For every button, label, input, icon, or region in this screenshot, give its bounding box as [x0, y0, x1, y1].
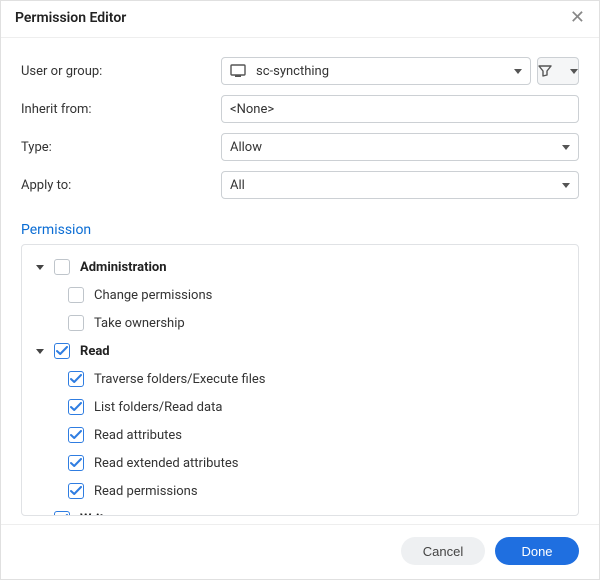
- cancel-button[interactable]: Cancel: [401, 537, 485, 565]
- perm-label: Read attributes: [94, 428, 182, 443]
- checkbox-read-extended-attributes[interactable]: [68, 455, 84, 471]
- filter-icon: [538, 65, 552, 77]
- user-or-group-value: sc-syncthing: [256, 64, 329, 79]
- filter-button[interactable]: [537, 57, 579, 85]
- perm-group-write: Write: [32, 505, 568, 515]
- chevron-down-icon: [36, 265, 44, 270]
- inherit-from-value: <None>: [230, 102, 274, 117]
- user-or-group-select[interactable]: sc-syncthing: [221, 57, 531, 85]
- label-apply-to: Apply to:: [21, 178, 221, 193]
- row-apply-to: Apply to: All: [21, 170, 579, 200]
- checkbox-change-permissions[interactable]: [68, 287, 84, 303]
- checkbox-read[interactable]: [54, 343, 70, 359]
- dialog-footer: Cancel Done: [1, 524, 599, 579]
- perm-label: Administration: [80, 260, 167, 275]
- checkbox-read-attributes[interactable]: [68, 427, 84, 443]
- permissions-panel: Administration Change permissions Take own…: [21, 244, 579, 516]
- type-value: Allow: [230, 140, 262, 155]
- perm-label: Read extended attributes: [94, 456, 238, 471]
- perm-item-read-attributes: Read attributes: [32, 421, 568, 449]
- chevron-down-icon: [514, 69, 522, 74]
- perm-item-change-permissions: Change permissions: [32, 281, 568, 309]
- expand-toggle[interactable]: [32, 259, 48, 275]
- chevron-down-icon: [36, 349, 44, 354]
- checkbox-take-ownership[interactable]: [68, 315, 84, 331]
- permissions-scroll[interactable]: Administration Change permissions Take own…: [22, 245, 578, 515]
- perm-item-read-permissions: Read permissions: [32, 477, 568, 505]
- apply-to-value: All: [230, 178, 245, 193]
- perm-item-read-extended-attributes: Read extended attributes: [32, 449, 568, 477]
- perm-label: Traverse folders/Execute files: [94, 372, 265, 387]
- label-type: Type:: [21, 140, 221, 155]
- checkbox-list-folders-read-data[interactable]: [68, 399, 84, 415]
- perm-label: Read: [80, 344, 110, 359]
- checkbox-administration[interactable]: [54, 259, 70, 275]
- chevron-down-icon: [562, 145, 570, 150]
- checkbox-traverse-folders-execute-files[interactable]: [68, 371, 84, 387]
- inherit-from-field[interactable]: <None>: [221, 95, 579, 123]
- perm-label: List folders/Read data: [94, 400, 222, 415]
- label-inherit-from: Inherit from:: [21, 102, 221, 117]
- perm-label: Read permissions: [94, 484, 198, 499]
- apply-to-select[interactable]: All: [221, 171, 579, 199]
- permission-editor-dialog: Permission Editor ✕ User or group: sc-sy…: [0, 0, 600, 580]
- row-type: Type: Allow: [21, 132, 579, 162]
- close-icon[interactable]: ✕: [570, 9, 585, 27]
- perm-item-take-ownership: Take ownership: [32, 309, 568, 337]
- permission-section-label: Permission: [1, 218, 599, 244]
- system-user-icon: [230, 64, 246, 78]
- title-bar: Permission Editor ✕: [1, 1, 599, 38]
- form-body: User or group: sc-syncthing: [1, 38, 599, 218]
- perm-label: Write: [80, 512, 111, 516]
- perm-label: Change permissions: [94, 288, 212, 303]
- label-user-or-group: User or group:: [21, 64, 221, 79]
- chevron-down-icon: [570, 69, 578, 74]
- chevron-down-icon: [562, 183, 570, 188]
- perm-group-read: Read: [32, 337, 568, 365]
- perm-item-traverse-folders-execute-files: Traverse folders/Execute files: [32, 365, 568, 393]
- dialog-title: Permission Editor: [15, 10, 126, 26]
- checkbox-write[interactable]: [54, 511, 70, 515]
- done-button[interactable]: Done: [495, 537, 579, 565]
- row-inherit-from: Inherit from: <None>: [21, 94, 579, 124]
- expand-toggle[interactable]: [32, 343, 48, 359]
- checkbox-read-permissions[interactable]: [68, 483, 84, 499]
- row-user-or-group: User or group: sc-syncthing: [21, 56, 579, 86]
- perm-label: Take ownership: [94, 316, 185, 331]
- type-select[interactable]: Allow: [221, 133, 579, 161]
- perm-item-list-folders-read-data: List folders/Read data: [32, 393, 568, 421]
- perm-group-administration: Administration: [32, 253, 568, 281]
- expand-toggle[interactable]: [32, 511, 48, 515]
